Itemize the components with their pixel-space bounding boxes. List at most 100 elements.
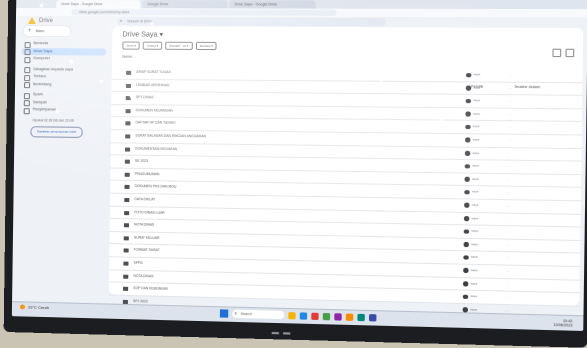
file-owner: saya [472, 200, 479, 212]
avatar [465, 138, 470, 143]
sidebar-item-storage[interactable]: Penyimpanan [21, 106, 106, 114]
file-owner: saya [472, 134, 479, 146]
avatar [465, 112, 470, 117]
filter-chip-source[interactable]: Sumber ▾ [195, 42, 217, 50]
avatar [465, 151, 470, 156]
address-bar[interactable]: drive.google.com/drive/my-drive [71, 9, 336, 16]
avatar [464, 216, 469, 221]
file-owner: saya [472, 173, 479, 185]
sidebar: Baru Beranda Drive Saya Komputer Dibagik… [12, 26, 108, 298]
info-icon[interactable] [565, 49, 574, 57]
chevron-down-icon: ▾ [159, 32, 163, 39]
weather-widget[interactable]: 29°C Cerah [20, 304, 49, 310]
avatar [465, 164, 470, 169]
avatar [464, 177, 469, 182]
taskbar-app-icon[interactable] [300, 312, 307, 319]
browser-tab[interactable]: Drive Saya - Google Drive [229, 0, 315, 8]
file-modified: ... [506, 279, 509, 291]
sidebar-item-home[interactable]: Beranda [22, 40, 107, 48]
screen: Drive Saya - Google Drive Google Drive D… [12, 0, 587, 331]
avatar [463, 268, 468, 273]
avatar [464, 229, 469, 234]
drive-search-input[interactable]: Telusuri di Drive [117, 17, 386, 26]
file-modified: ... [506, 239, 509, 251]
taskbar-app-icon[interactable] [369, 314, 376, 321]
sun-icon [20, 305, 25, 310]
avatar [466, 86, 471, 91]
sidebar-item-recent[interactable]: Terbaru [21, 73, 106, 81]
taskbar-app-icon[interactable] [357, 313, 364, 320]
folder-icon [124, 249, 129, 253]
folder-icon [125, 147, 130, 151]
file-modified: ... [506, 292, 509, 304]
file-owner: saya [470, 330, 477, 331]
avatar [463, 294, 468, 299]
file-modified: ... [507, 213, 510, 225]
monitor: Drive Saya - Google Drive Google Drive D… [4, 0, 587, 348]
file-owner: saya [471, 252, 478, 264]
folder-icon [124, 211, 129, 215]
filter-chips: Jenis ▾ Orang ▾ Dimodifikasi ▾ Sumber ▾ [122, 42, 217, 51]
sidebar-item-starred[interactable]: Berbintang [21, 81, 106, 89]
folder-icon [125, 134, 130, 138]
page-title[interactable]: Drive Saya ▾ [122, 30, 163, 38]
filter-chip-people[interactable]: Orang ▾ [143, 42, 162, 50]
file-name: DOKUMEN PKS DAN MOU [135, 181, 177, 193]
folder-icon [125, 122, 130, 126]
file-owner: saya [473, 69, 480, 81]
sidebar-item-spam[interactable]: Spam [21, 91, 106, 99]
file-modified: ... [509, 82, 512, 94]
spam-icon [24, 93, 30, 99]
sidebar-nav: Beranda Drive Saya Komputer Dibagikan ke… [20, 40, 106, 138]
file-name: DOKUMENTASI KEGIATAN [135, 143, 177, 155]
taskbar-app-icon[interactable] [311, 312, 318, 319]
file-owner: saya [472, 147, 479, 159]
browser-tab[interactable]: Google Drive [142, 0, 227, 8]
column-header-name[interactable]: Nama [122, 55, 132, 59]
file-modified: ... [507, 174, 510, 186]
file-name: SPPD [133, 258, 142, 270]
folder-icon [124, 198, 129, 202]
folder-icon [125, 172, 130, 176]
file-modified: ... [506, 265, 509, 277]
windows-start-icon[interactable] [220, 309, 228, 317]
file-modified: ... [506, 252, 509, 264]
taskbar-app-icon[interactable] [323, 312, 330, 319]
avatar [464, 190, 469, 195]
file-name: SURAT KELUAR [134, 232, 160, 244]
filter-chip-type[interactable]: Jenis ▾ [122, 42, 140, 50]
new-button[interactable]: Baru [24, 26, 70, 36]
clock-icon [24, 75, 30, 81]
get-more-storage-button[interactable]: Dapatkan penyimpanan lebih [30, 126, 82, 138]
list-view-icon[interactable] [552, 49, 561, 57]
browser-tab[interactable]: Drive Saya - Google Drive [56, 0, 140, 8]
avatar [466, 73, 471, 78]
avatar [463, 255, 468, 260]
file-owner: saya [470, 291, 477, 303]
file-name: SURAT BALASAN DAN RINCIAN ANGGARAN [135, 130, 206, 143]
folder-icon [123, 274, 128, 278]
file-modified: ... [508, 161, 511, 173]
file-name: DAFTAR HP DAN ALAMAT PEGAWAI [133, 321, 190, 331]
folder-icon [126, 84, 131, 88]
folder-icon [124, 223, 129, 227]
computer-icon [24, 57, 30, 63]
filter-chip-modified[interactable]: Dimodifikasi ▾ [165, 42, 192, 50]
file-list: ARSIP SURAT TUGASsaya...LEMBAR VERIFIKAS… [108, 67, 582, 331]
folder-icon [123, 261, 128, 265]
drive-logo[interactable]: Drive [28, 17, 53, 24]
file-name: DOKUMEN KEUANGAN [136, 105, 173, 117]
system-clock[interactable]: 10:42 13/06/2023 [553, 319, 572, 328]
file-modified: ... [509, 69, 512, 81]
folder-icon [126, 71, 131, 75]
taskbar-app-icon[interactable] [288, 312, 295, 319]
file-owner: saya [471, 239, 478, 251]
folder-icon [122, 325, 127, 329]
taskbar-search[interactable]: Search [232, 310, 284, 319]
file-name: SPT DINAS [136, 92, 154, 104]
file-modified: ... [507, 187, 510, 199]
sidebar-item-computers[interactable]: Komputer [21, 55, 106, 63]
cloud-icon [24, 108, 30, 114]
taskbar-app-icon[interactable] [346, 313, 353, 320]
taskbar-app-icon[interactable] [334, 313, 341, 320]
